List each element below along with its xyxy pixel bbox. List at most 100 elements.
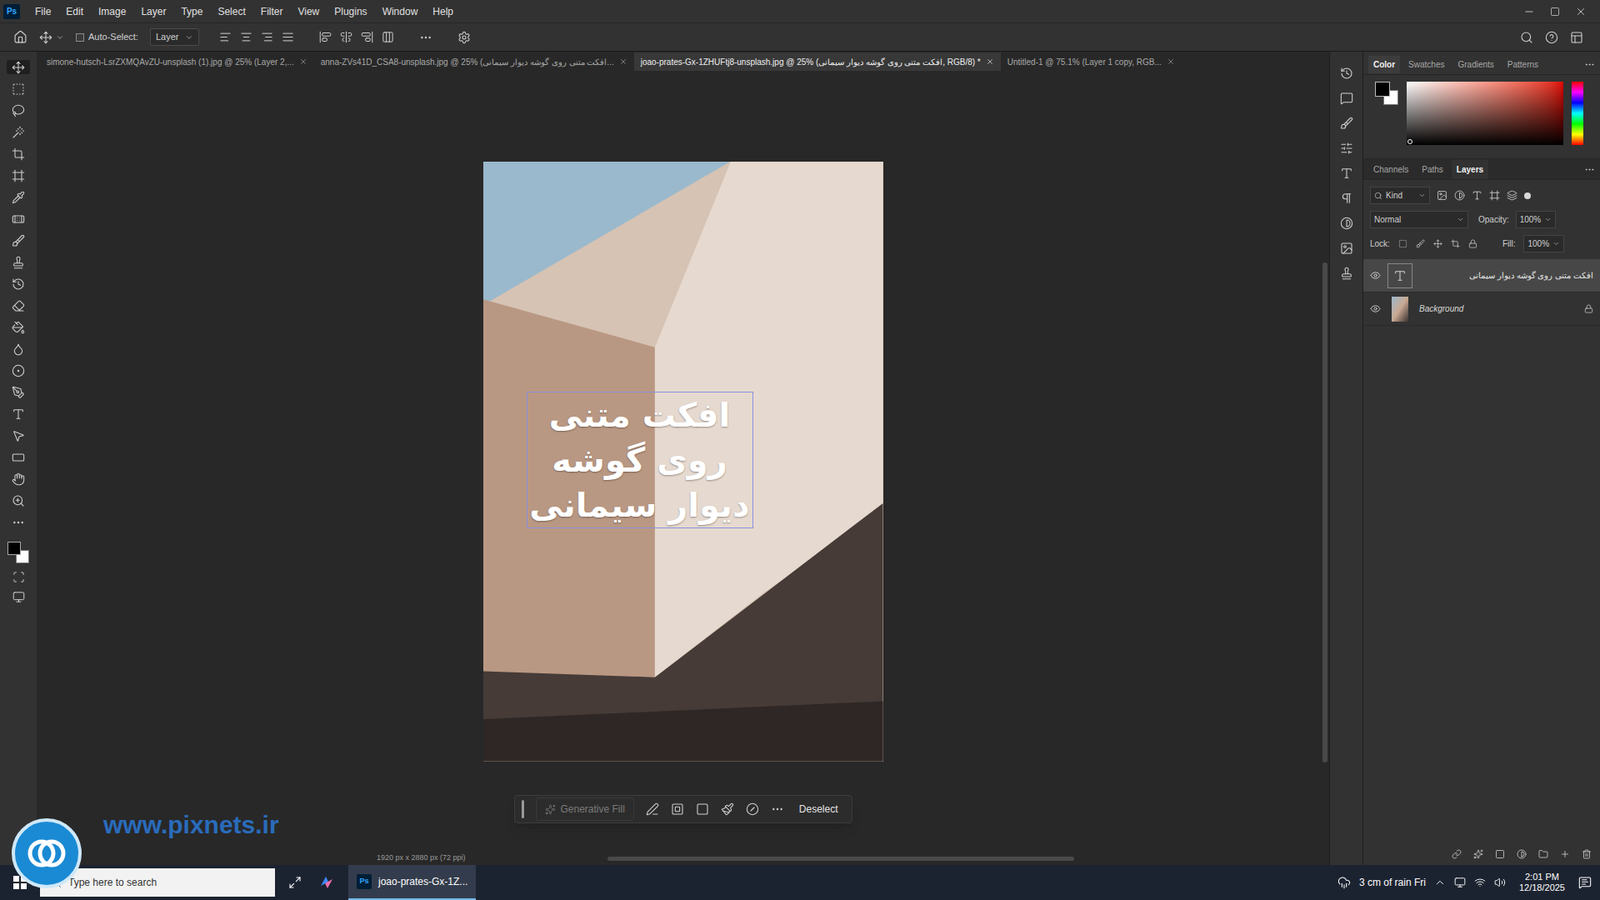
close-tab-icon[interactable] (619, 57, 628, 66)
app-logo[interactable]: Ps (3, 4, 20, 20)
taskbar-app[interactable]: Psjoao-prates-Gx-1Z... (348, 865, 476, 900)
text-layer-on-canvas[interactable]: افکت متنی روی گوشه دیوار سیمانی (526, 391, 754, 529)
align-top-icon[interactable] (319, 30, 332, 44)
menu-item[interactable]: Edit (59, 2, 90, 21)
workspace-icon[interactable] (1570, 30, 1584, 45)
brush-settings-icon[interactable] (1340, 116, 1354, 130)
mask-icon[interactable] (695, 802, 710, 816)
document-tab[interactable]: anna-ZVs41D_CSA8-unsplash.jpg @ 25% (افک… (314, 52, 635, 71)
filter-pixel-icon[interactable] (1436, 190, 1448, 201)
more-tools-icon[interactable] (11, 515, 25, 530)
network-icon[interactable] (1474, 876, 1486, 889)
close-tab-icon[interactable] (1166, 57, 1175, 66)
dropdown-icon[interactable] (1552, 240, 1560, 248)
dropdown-icon[interactable] (1544, 215, 1552, 224)
menu-item[interactable]: Window (375, 2, 425, 21)
move-icon[interactable] (11, 60, 25, 75)
layer-row[interactable]: افکت متنی روی گوشه دیوار سیمانی (1363, 259, 1600, 293)
comments-icon[interactable] (1340, 91, 1354, 105)
filter-smart-icon[interactable] (1506, 190, 1518, 201)
menu-item[interactable]: View (290, 2, 326, 21)
type-tool-icon[interactable] (11, 407, 25, 421)
align-middle-icon[interactable] (340, 30, 353, 44)
tray-overflow-icon[interactable] (1434, 876, 1446, 889)
eraser-icon[interactable] (11, 299, 25, 313)
adjustments-icon[interactable] (1340, 141, 1354, 155)
lasso-icon[interactable] (11, 104, 25, 118)
paragraph-icon[interactable] (1340, 191, 1354, 205)
visibility-icon[interactable] (1370, 303, 1381, 315)
clone-stamp-icon[interactable] (11, 255, 25, 270)
dropdown-icon[interactable] (1456, 215, 1465, 224)
panel-tab[interactable]: Color (1368, 55, 1400, 74)
lock-pixels-icon[interactable] (1415, 239, 1425, 249)
frame-icon[interactable] (11, 169, 25, 183)
delete-layer-icon[interactable] (1581, 849, 1592, 860)
crop-icon[interactable] (11, 147, 25, 161)
new-group-icon[interactable] (1538, 849, 1549, 860)
distribute-vertical-icon[interactable] (381, 30, 395, 44)
generative-fill-button[interactable]: Generative Fill (535, 797, 634, 821)
horizontal-scrollbar[interactable] (607, 856, 1075, 861)
align-center-icon[interactable] (240, 30, 253, 44)
close-window-icon[interactable] (1575, 5, 1587, 18)
home-icon[interactable] (13, 30, 28, 45)
libraries-icon[interactable] (1340, 241, 1354, 255)
modify-selection-icon[interactable] (645, 802, 660, 816)
distribute-icon[interactable] (281, 30, 295, 44)
color-swatches[interactable] (7, 541, 30, 564)
quick-mask-icon[interactable] (12, 570, 25, 584)
lock-transparent-icon[interactable] (1398, 239, 1408, 249)
display-icon[interactable] (1454, 876, 1466, 889)
filter-search-icon[interactable] (1374, 191, 1383, 200)
rectangle-icon[interactable] (11, 450, 25, 465)
blend-mode-dropdown[interactable]: Normal (1370, 210, 1469, 229)
menu-item[interactable]: Filter (254, 2, 290, 21)
notifications-icon[interactable] (1578, 875, 1592, 890)
panel-tab[interactable]: Swatches (1403, 55, 1450, 74)
align-bottom-icon[interactable] (360, 30, 374, 44)
align-right-icon[interactable] (260, 30, 274, 44)
help-icon[interactable] (1545, 30, 1559, 45)
add-mask-icon[interactable] (1495, 849, 1505, 860)
panel-menu-icon[interactable] (1584, 164, 1595, 175)
adjustment-icon[interactable] (745, 802, 760, 816)
blur-icon[interactable] (11, 342, 25, 356)
weather-icon[interactable] (1337, 875, 1351, 890)
task-view-icon[interactable] (288, 875, 302, 890)
dodge-icon[interactable] (11, 364, 25, 378)
new-layer-icon[interactable] (1560, 849, 1570, 860)
dropdown-icon[interactable] (185, 33, 194, 42)
magic-wand-icon[interactable] (11, 125, 25, 140)
document-tab[interactable]: joao-prates-Gx-1ZHUFtj8-unsplash.jpg @ 2… (634, 52, 1001, 71)
filter-type-icon[interactable] (1471, 190, 1483, 201)
color-fg-bg[interactable] (1375, 81, 1399, 105)
volume-icon[interactable] (1494, 876, 1506, 889)
hand-icon[interactable] (11, 472, 25, 486)
new-adjustment-icon[interactable] (1516, 849, 1527, 860)
panel-tab[interactable]: Paths (1416, 160, 1449, 180)
layer-filter-dropdown[interactable]: Kind (1370, 186, 1430, 205)
menu-item[interactable]: Type (174, 2, 210, 21)
more-options-icon[interactable] (419, 30, 433, 45)
visibility-icon[interactable] (1370, 270, 1381, 281)
clone-source-icon[interactable] (1340, 266, 1354, 280)
path-selection-icon[interactable] (11, 429, 25, 443)
screen-mode-icon[interactable] (12, 590, 25, 604)
fill-icon[interactable] (720, 802, 735, 816)
marquee-icon[interactable] (11, 82, 25, 96)
panel-tab[interactable]: Gradients (1452, 55, 1499, 74)
menu-item[interactable]: Plugins (327, 2, 374, 21)
maximize-icon[interactable] (1550, 6, 1560, 17)
panel-menu-icon[interactable] (1584, 59, 1595, 70)
eyedropper-icon[interactable] (11, 190, 25, 205)
auto-select-checkbox[interactable]: Auto-Select: (75, 30, 139, 45)
search-icon[interactable] (1520, 30, 1534, 45)
clock[interactable]: 2:01 PM12/18/2025 (1514, 871, 1570, 894)
align-left-icon[interactable] (219, 30, 232, 44)
settings-icon[interactable] (457, 30, 471, 45)
filter-adjustment-icon[interactable] (1454, 190, 1465, 201)
hue-slider[interactable] (1571, 81, 1584, 145)
layer-effects-icon[interactable] (1473, 849, 1484, 860)
select-subject-icon[interactable] (670, 802, 685, 816)
